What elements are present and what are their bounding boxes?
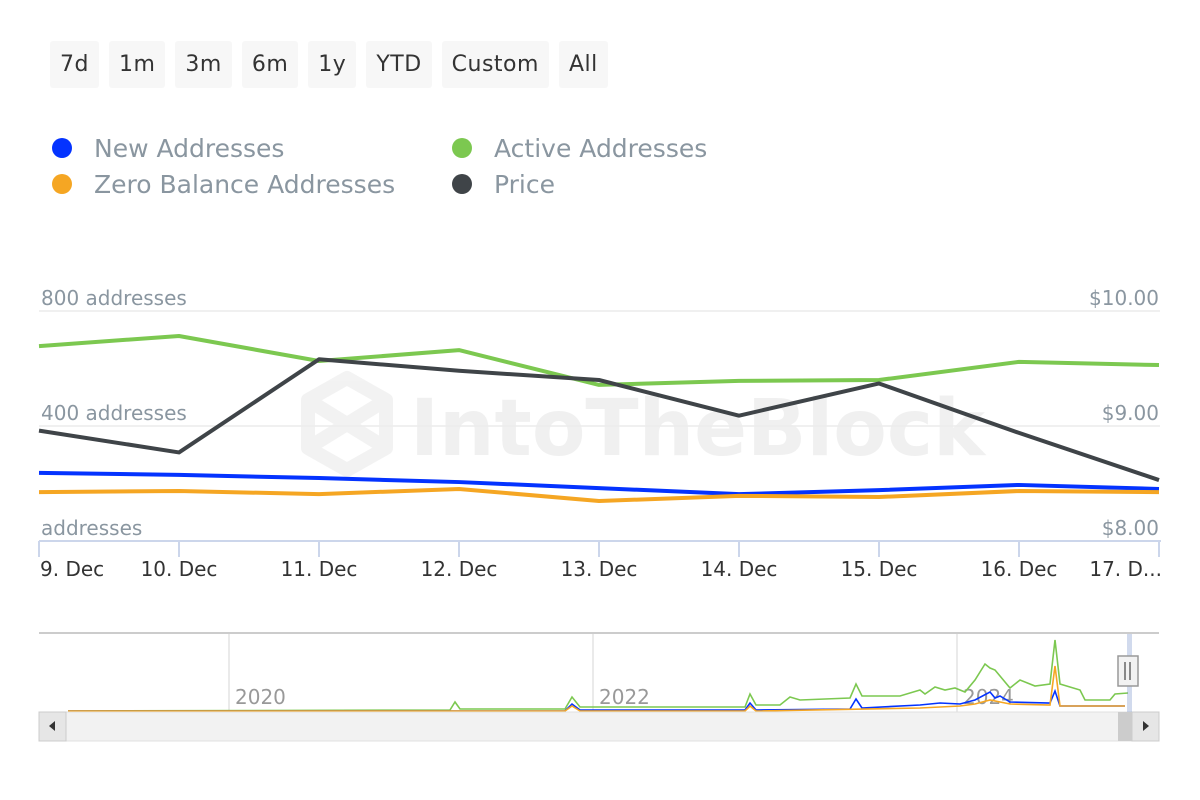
legend-item-new-addresses[interactable]: New Addresses <box>52 133 452 163</box>
x-tick-label: 14. Dec <box>701 557 778 581</box>
range-button-7d[interactable]: 7d <box>50 41 99 88</box>
legend-marker-icon <box>52 138 72 158</box>
range-button-3m[interactable]: 3m <box>175 41 232 88</box>
range-button-6m[interactable]: 6m <box>241 41 299 88</box>
range-button-1m[interactable]: 1m <box>108 41 166 88</box>
x-tick-label: 11. Dec <box>281 557 358 581</box>
series-line-zero-balance-addresses[interactable] <box>38 486 1160 504</box>
y-right-tick-label: $10.00 <box>1089 286 1159 310</box>
navigator-year-label: 2022 <box>599 685 650 709</box>
range-button-ytd[interactable]: YTD <box>366 41 432 88</box>
arrow-left-icon <box>49 721 55 731</box>
navigator-scrollbar-thumb[interactable] <box>1118 712 1132 741</box>
chart-legend: New Addresses Active Addresses Zero Balanc… <box>52 133 852 199</box>
y-left-tick-label: 800 addresses <box>41 286 187 310</box>
x-tick-label: 13. Dec <box>561 557 638 581</box>
range-button-all[interactable]: All <box>558 41 608 88</box>
navigator-year-label: 2024 <box>963 685 1014 709</box>
legend-marker-icon <box>452 138 472 158</box>
x-tick-label: 15. Dec <box>841 557 918 581</box>
navigator-year-label: 2020 <box>235 685 286 709</box>
y-left-tick-label: addresses <box>41 516 142 540</box>
legend-item-price[interactable]: Price <box>452 169 852 199</box>
legend-label: Zero Balance Addresses <box>94 169 396 199</box>
legend-label: Price <box>494 169 555 199</box>
main-chart: IntoTheBlock addresses 400 addresses 800 a… <box>38 286 1162 742</box>
range-button-1y[interactable]: 1y <box>308 41 357 88</box>
legend-label: Active Addresses <box>494 133 708 163</box>
navigator-series-zero <box>68 665 1125 712</box>
x-tick-label: 12. Dec <box>421 557 498 581</box>
series-line-active-addresses[interactable] <box>38 334 1160 387</box>
navigator-handle[interactable] <box>1117 655 1139 687</box>
scroll-right-button[interactable] <box>1131 711 1160 742</box>
legend-marker-icon <box>452 174 472 194</box>
watermark: IntoTheBlock <box>301 371 987 477</box>
range-button-custom[interactable]: Custom <box>441 41 549 88</box>
arrow-right-icon <box>1143 721 1149 731</box>
x-tick-label: 16. Dec <box>981 557 1058 581</box>
x-tick-label: 17. D... <box>1089 557 1162 581</box>
x-tick-label: 9. Dec <box>40 557 104 581</box>
series-line-new-addresses[interactable] <box>38 470 1160 497</box>
y-right-tick-label: $8.00 <box>1102 516 1159 540</box>
watermark-text: IntoTheBlock <box>410 384 987 474</box>
legend-marker-icon <box>52 174 72 194</box>
navigator-series-new <box>68 688 1125 712</box>
x-tick-label: 10. Dec <box>141 557 218 581</box>
legend-label: New Addresses <box>94 133 285 163</box>
legend-item-active-addresses[interactable]: Active Addresses <box>452 133 852 163</box>
navigator-series-active <box>67 639 1129 712</box>
watermark-logo-icon <box>301 371 393 477</box>
series-line-price[interactable] <box>38 357 1160 482</box>
y-left-tick-label: 400 addresses <box>41 401 187 425</box>
scroll-left-button[interactable] <box>38 711 67 742</box>
navigator-selection-mask[interactable] <box>1127 634 1132 712</box>
y-right-tick-label: $9.00 <box>1102 401 1159 425</box>
legend-item-zero-balance-addresses[interactable]: Zero Balance Addresses <box>52 169 452 199</box>
range-selector: 7d 1m 3m 6m 1y YTD Custom All <box>50 41 608 88</box>
navigator-scrollbar-track[interactable] <box>38 711 1160 742</box>
